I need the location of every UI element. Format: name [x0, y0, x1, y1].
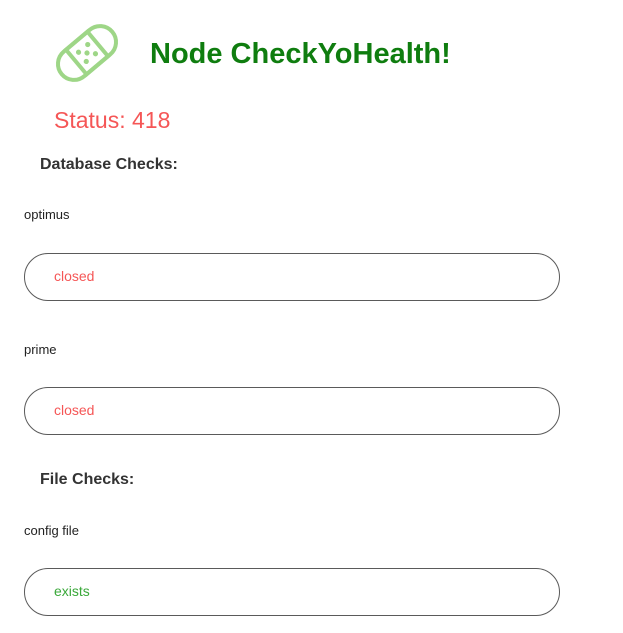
status-code: Status: 418 [54, 107, 171, 133]
db-check-optimus-value: closed [54, 268, 95, 284]
db-check-optimus-label: optimus [24, 207, 70, 222]
db-check-prime-result: closed [24, 387, 560, 435]
db-check-optimus-result: closed [24, 253, 560, 301]
page-title: Node CheckYoHealth! [150, 38, 451, 70]
file-check-config-result: exists [24, 568, 560, 616]
file-check-config-label: config file [24, 523, 79, 538]
bandage-icon [50, 20, 124, 86]
db-check-prime-label: prime [24, 342, 57, 357]
database-checks-heading: Database Checks: [40, 156, 178, 173]
file-checks-heading: File Checks: [40, 471, 135, 488]
file-check-config-value: exists [54, 583, 90, 599]
db-check-prime-value: closed [54, 402, 95, 418]
